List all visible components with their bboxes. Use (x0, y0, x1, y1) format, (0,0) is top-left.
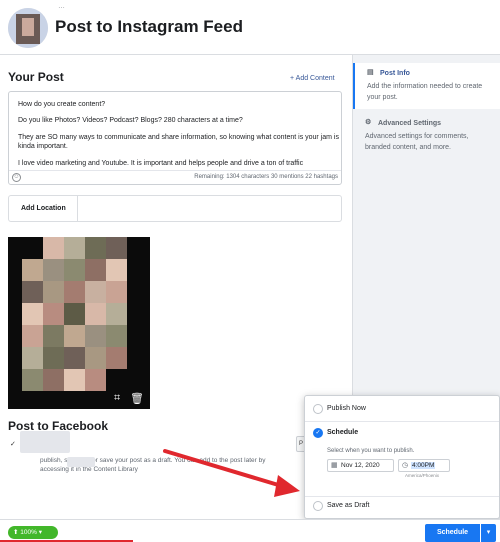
photo-pixel (22, 303, 43, 325)
avatar[interactable] (8, 8, 48, 48)
post-text-line: They are SO many ways to communicate and… (18, 134, 339, 150)
photo-pixel (43, 281, 64, 303)
time-input[interactable]: ◷ 4:00PM (398, 459, 450, 472)
publish-now-radio[interactable] (313, 404, 323, 414)
photo-pixel (106, 303, 127, 325)
photo-pixel (64, 237, 85, 259)
photo-pixel (106, 259, 127, 281)
chevron-down-icon: ▾ (38, 529, 42, 536)
arrow-head (274, 475, 300, 497)
photo-pixel (85, 259, 106, 281)
account-name: … (58, 3, 65, 10)
photo-pixel (43, 303, 64, 325)
add-location-field[interactable]: Add Location (8, 195, 342, 222)
photo-pixel (85, 303, 106, 325)
facebook-help-line2: accessing it in the Content Library (40, 466, 138, 473)
media-thumbnail[interactable]: ⌗ 🗑 (8, 237, 150, 409)
option-publish-now[interactable]: Publish Now (305, 403, 499, 417)
nav-advanced-desc: Advanced settings for comments, branded … (365, 133, 469, 151)
photo-pixel (85, 237, 106, 259)
date-input[interactable]: ▦ Nov 12, 2020 (327, 459, 394, 472)
photo-pixel (85, 369, 106, 391)
photo-pixel (22, 347, 43, 369)
clock-icon: ◷ (402, 462, 409, 469)
photo-pixel (43, 369, 64, 391)
option-divider (305, 421, 499, 422)
post-text-editor[interactable]: How do you create content? Do you like P… (8, 91, 342, 185)
option-divider (305, 496, 499, 497)
photo-pixel (106, 281, 127, 303)
zoom-badge[interactable]: ⬆ 100% ▾ (8, 526, 58, 539)
photo-pixel (85, 281, 106, 303)
nav-advanced-settings[interactable]: ⚙ Advanced Settings Advanced settings for… (353, 113, 500, 153)
photo-pixel (22, 281, 43, 303)
timezone-label: America/Phoenix (405, 473, 440, 478)
save-draft-radio[interactable] (313, 501, 323, 511)
add-location-divider (77, 196, 78, 221)
schedule-dropdown-button[interactable]: ▾ (481, 524, 496, 542)
save-draft-label: Save as Draft (327, 502, 370, 509)
date-value: Nov 12, 2020 (341, 462, 380, 469)
photo-pixel (43, 259, 64, 281)
schedule-button[interactable]: Schedule (425, 524, 480, 542)
photo-pixel (106, 325, 127, 347)
nav-post-info-label: Post Info (380, 69, 410, 77)
calendar-icon: ▦ (331, 462, 338, 469)
page-title: Post to Instagram Feed (55, 17, 243, 36)
photo-pixel (106, 347, 127, 369)
nav-post-info[interactable]: ▤ Post Info Add the information needed to… (353, 63, 500, 109)
schedule-hint: Select when you want to publish. (327, 448, 415, 454)
remaining-counter: Remaining: 1304 characters 30 mentions 2… (194, 174, 338, 180)
trash-icon[interactable]: 🗑 (130, 392, 144, 405)
avatar-face-tone (22, 18, 34, 36)
photo-pixel (43, 347, 64, 369)
photo-pixel (64, 281, 85, 303)
nav-advanced-label: Advanced Settings (378, 119, 442, 127)
time-value: 4:00PM (411, 462, 436, 469)
photo-pixel (85, 325, 106, 347)
facebook-page-redacted (20, 431, 70, 453)
document-icon: ▤ (367, 69, 374, 76)
zoom-value: 100% (20, 529, 37, 536)
photo-pixel (64, 369, 85, 391)
nav-post-info-desc: Add the information needed to create you… (367, 83, 483, 101)
photo-pixel (43, 237, 64, 259)
photo-pixel (22, 259, 43, 281)
photo-pixel (64, 303, 85, 325)
check-icon: ✓ (10, 441, 16, 448)
schedule-label: Schedule (327, 429, 359, 436)
publish-now-label: Publish Now (327, 405, 366, 412)
arrow-up-icon: ⬆ (13, 529, 19, 536)
publish-options-popup: Publish Now ✓ Schedule Select when you w… (304, 395, 500, 519)
post-text-line: Do you like Photos? Videos? Podcast? Blo… (18, 117, 243, 124)
schedule-radio-checked[interactable]: ✓ (313, 428, 323, 438)
add-location-label: Add Location (21, 205, 66, 212)
photo-pixel (64, 325, 85, 347)
crop-icon[interactable]: ⌗ (114, 392, 120, 405)
option-save-draft[interactable]: Save as Draft (305, 500, 499, 514)
add-content-button[interactable]: + Add Content (290, 75, 335, 82)
photo-pixel (22, 325, 43, 347)
editor-footer: ☺ Remaining: 1304 characters 30 mentions… (9, 170, 341, 184)
photo-pixel (64, 259, 85, 281)
post-text-line: I love video marketing and Youtube. It i… (18, 160, 304, 167)
your-post-heading: Your Post (8, 70, 64, 84)
option-schedule[interactable]: ✓ Schedule Select when you want to publi… (305, 426, 499, 482)
emoji-icon[interactable]: ☺ (12, 173, 21, 182)
photo-pixel (43, 325, 64, 347)
post-text-line: How do you create content? (18, 101, 106, 108)
gear-icon: ⚙ (365, 119, 372, 126)
photo-pixel (85, 347, 106, 369)
photo-pixel (64, 347, 85, 369)
photo-pixel (22, 369, 43, 391)
photo-pixel (106, 237, 127, 259)
facebook-redacted (67, 457, 95, 467)
